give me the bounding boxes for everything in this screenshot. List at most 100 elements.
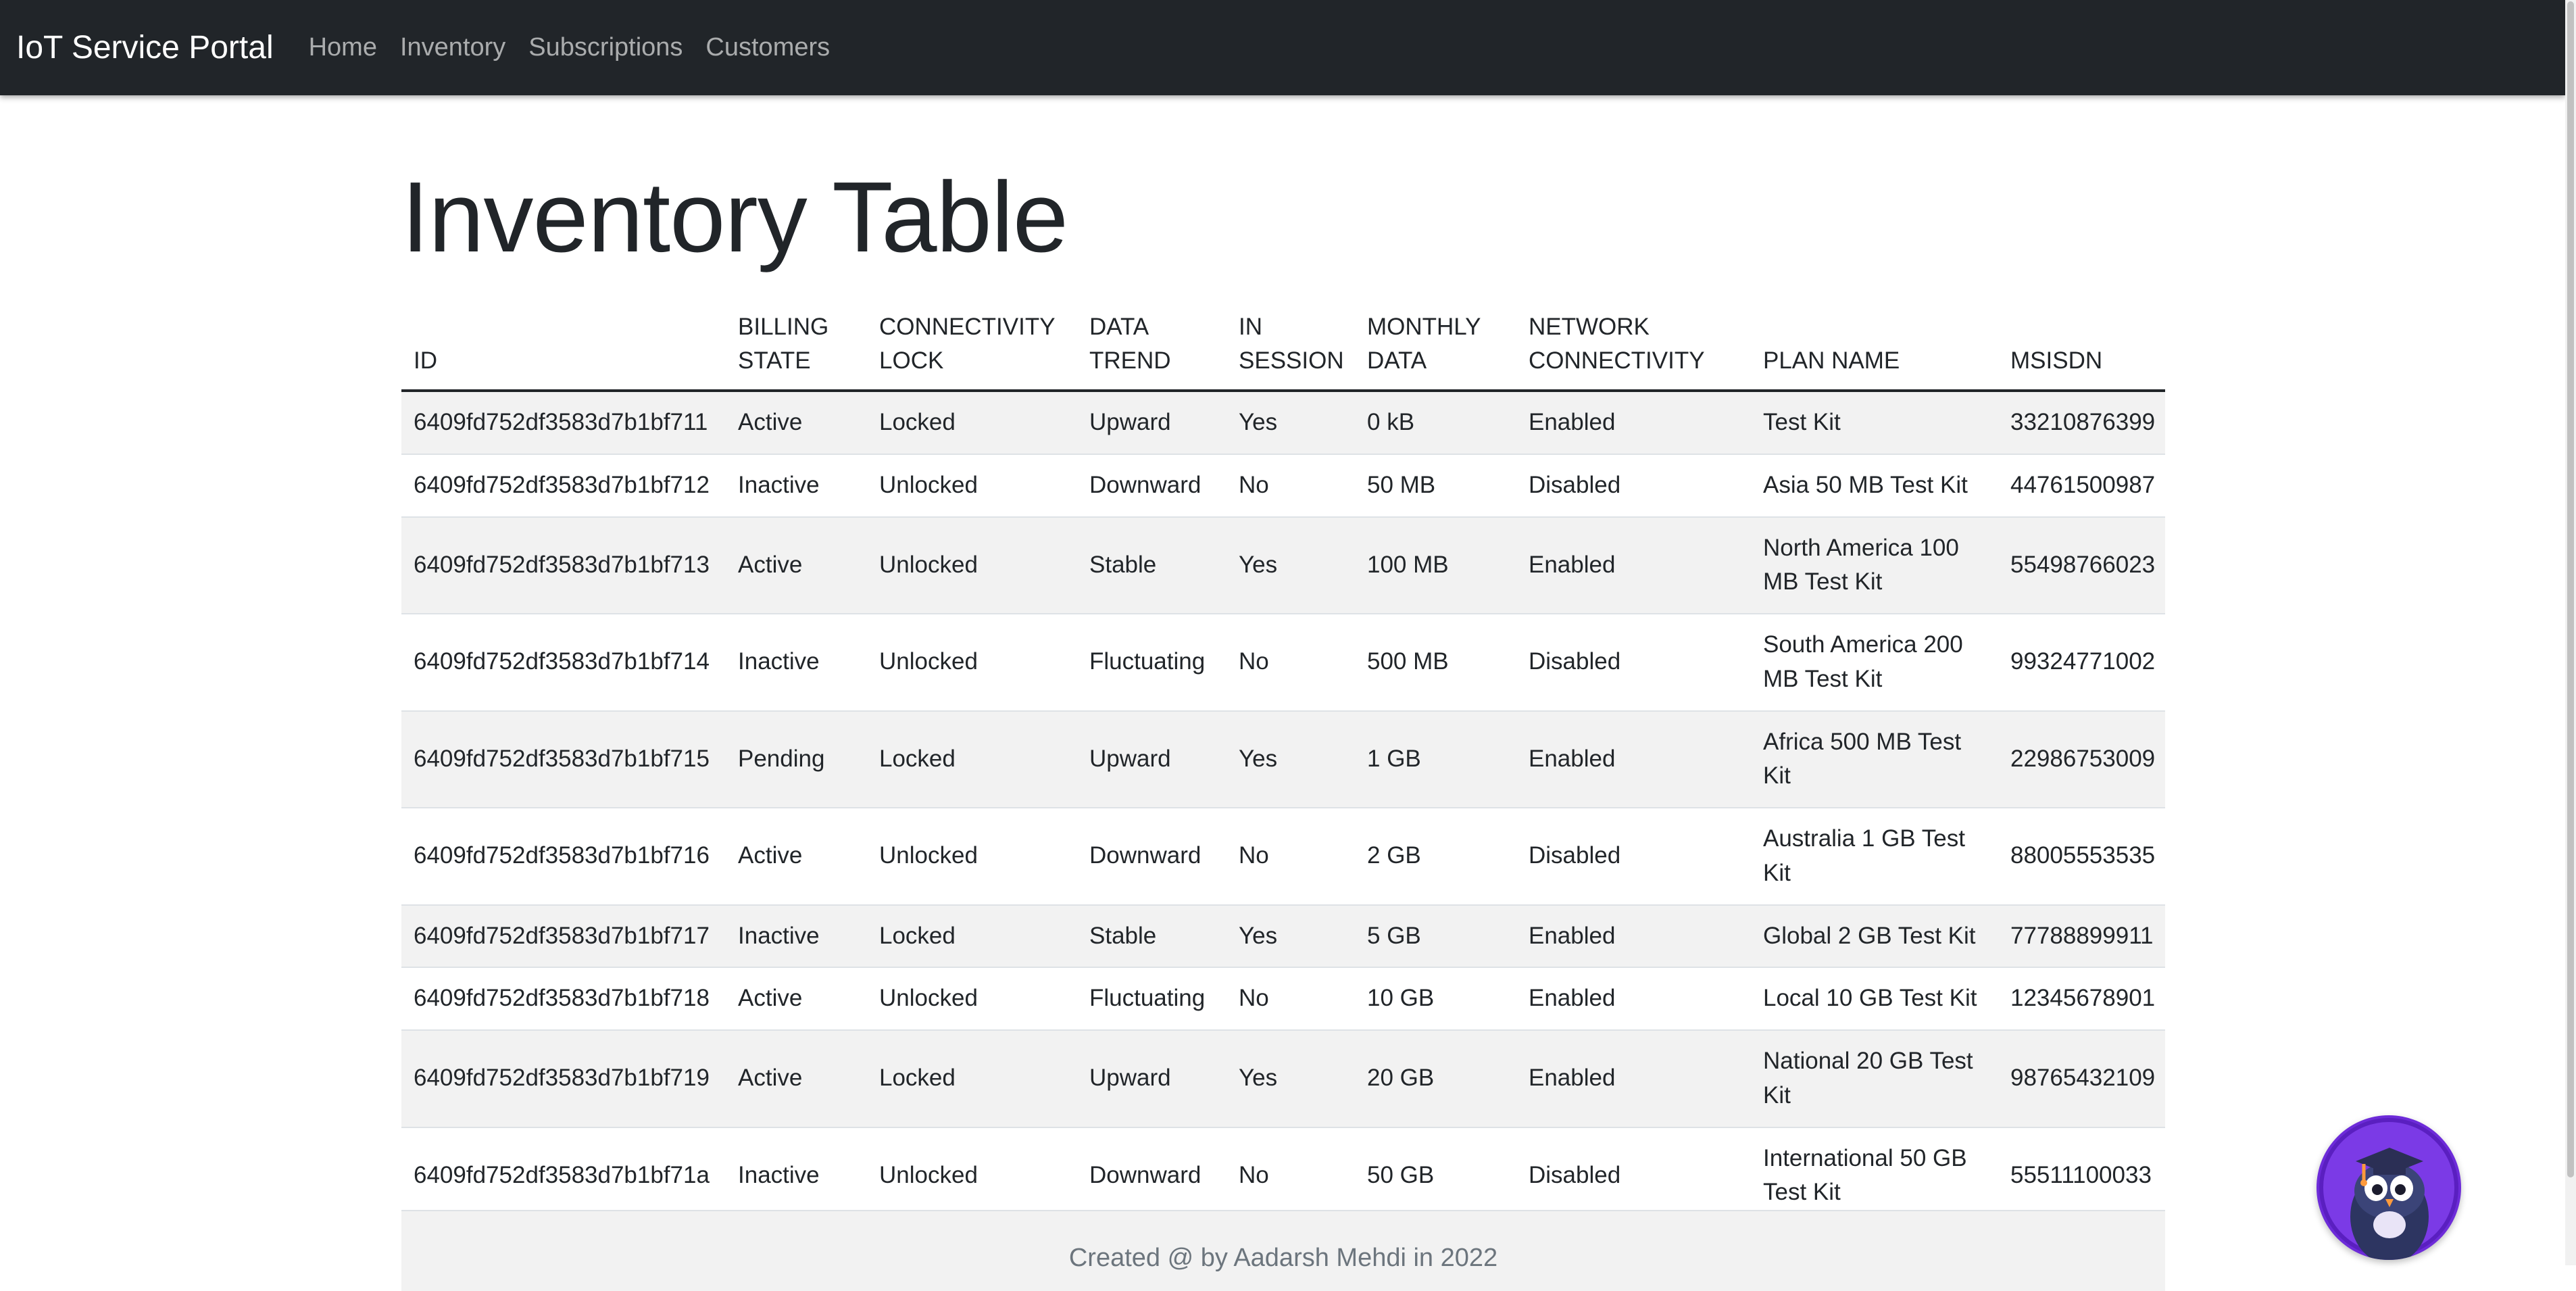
cell-id: 6409fd752df3583d7b1bf718	[401, 967, 726, 1031]
cell-connectivity-lock: Unlocked	[867, 808, 1077, 906]
header-connectivity-lock: CONNECTIVITY LOCK	[867, 300, 1077, 393]
cell-billing-state: Active	[726, 516, 867, 615]
cell-billing-state: Active	[726, 391, 867, 455]
cell-msisdn: 99324771002	[1998, 614, 2165, 712]
cell-monthly-data: 50 MB	[1355, 454, 1516, 518]
cell-data-trend: Upward	[1077, 1030, 1227, 1128]
cell-in-session: No	[1227, 614, 1355, 712]
cell-data-trend: Downward	[1077, 454, 1227, 518]
cell-id: 6409fd752df3583d7b1bf716	[401, 808, 726, 906]
cell-data-trend: Fluctuating	[1077, 614, 1227, 712]
cell-in-session: Yes	[1227, 710, 1355, 809]
cell-connectivity-lock: Locked	[867, 710, 1077, 809]
cell-plan-name: Global 2 GB Test Kit	[1751, 904, 1998, 969]
cell-connectivity-lock: Unlocked	[867, 454, 1077, 518]
cell-monthly-data: 0 kB	[1355, 391, 1516, 455]
nav-link-home[interactable]: Home	[309, 33, 377, 62]
cell-connectivity-lock: Locked	[867, 1030, 1077, 1128]
table-row: 6409fd752df3583d7b1bf711 Active Locked Upwa…	[401, 391, 2165, 455]
scrollbar-thumb[interactable]	[2567, 1, 2574, 1177]
owl-mascot-icon[interactable]	[2317, 1115, 2461, 1260]
main-content: Inventory Table ID BILLING STATE CONNECT…	[401, 95, 2165, 1225]
cell-network-connectivity: Disabled	[1516, 614, 1751, 712]
cell-network-connectivity: Enabled	[1516, 516, 1751, 615]
cell-in-session: Yes	[1227, 516, 1355, 615]
table-row: 6409fd752df3583d7b1bf717 Inactive Locked St…	[401, 904, 2165, 969]
table-row: 6409fd752df3583d7b1bf713 Active Unlocked St…	[401, 516, 2165, 615]
cell-billing-state: Pending	[726, 710, 867, 809]
cell-in-session: No	[1227, 454, 1355, 518]
cell-id: 6409fd752df3583d7b1bf714	[401, 614, 726, 712]
navbar-brand[interactable]: IoT Service Portal	[16, 29, 274, 66]
cell-plan-name: Asia 50 MB Test Kit	[1751, 454, 1998, 518]
cell-data-trend: Stable	[1077, 904, 1227, 969]
cell-monthly-data: 500 MB	[1355, 614, 1516, 712]
cell-data-trend: Downward	[1077, 808, 1227, 906]
cell-connectivity-lock: Locked	[867, 391, 1077, 455]
cell-billing-state: Inactive	[726, 904, 867, 969]
header-data-trend: DATA TREND	[1077, 300, 1227, 393]
cell-network-connectivity: Disabled	[1516, 454, 1751, 518]
cell-msisdn: 44761500987	[1998, 454, 2165, 518]
cell-id: 6409fd752df3583d7b1bf715	[401, 710, 726, 809]
nav-link-customers[interactable]: Customers	[705, 33, 830, 62]
header-plan-name: PLAN NAME	[1751, 300, 1998, 393]
cell-msisdn: 98765432109	[1998, 1030, 2165, 1128]
cell-msisdn: 77788899911	[1998, 904, 2165, 969]
table-row: 6409fd752df3583d7b1bf712 Inactive Unlocked…	[401, 454, 2165, 518]
table-row: 6409fd752df3583d7b1bf718 Active Unlocked Fl…	[401, 967, 2165, 1031]
cell-id: 6409fd752df3583d7b1bf717	[401, 904, 726, 969]
header-monthly-data: MONTHLY DATA	[1355, 300, 1516, 393]
cell-plan-name: South America 200 MB Test Kit	[1751, 614, 1998, 712]
table-row: 6409fd752df3583d7b1bf714 Inactive Unlocked…	[401, 614, 2165, 712]
cell-monthly-data: 1 GB	[1355, 710, 1516, 809]
cell-plan-name: National 20 GB Test Kit	[1751, 1030, 1998, 1128]
header-in-session: IN SESSION	[1227, 300, 1355, 393]
table-row: 6409fd752df3583d7b1bf715 Pending Locked Upw…	[401, 710, 2165, 809]
cell-msisdn: 88005553535	[1998, 808, 2165, 906]
cell-id: 6409fd752df3583d7b1bf712	[401, 454, 726, 518]
cell-network-connectivity: Enabled	[1516, 904, 1751, 969]
header-msisdn: MSISDN	[1998, 300, 2165, 393]
cell-monthly-data: 2 GB	[1355, 808, 1516, 906]
page-title: Inventory Table	[401, 162, 1068, 273]
footer-text: Created @ by Aadarsh Mehdi in 2022	[1068, 1244, 1498, 1272]
cell-msisdn: 12345678901	[1998, 967, 2165, 1031]
cell-connectivity-lock: Unlocked	[867, 614, 1077, 712]
cell-billing-state: Inactive	[726, 454, 867, 518]
cell-plan-name: Australia 1 GB Test Kit	[1751, 808, 1998, 906]
cell-connectivity-lock: Unlocked	[867, 967, 1077, 1031]
cell-billing-state: Active	[726, 967, 867, 1031]
cell-network-connectivity: Enabled	[1516, 967, 1751, 1031]
cell-plan-name: Test Kit	[1751, 391, 1998, 455]
table-header-row: ID BILLING STATE CONNECTIVITY LOCK DATA …	[401, 300, 2165, 393]
cell-in-session: No	[1227, 967, 1355, 1031]
cell-monthly-data: 20 GB	[1355, 1030, 1516, 1128]
cell-plan-name: North America 100 MB Test Kit	[1751, 516, 1998, 615]
cell-in-session: Yes	[1227, 1030, 1355, 1128]
cell-id: 6409fd752df3583d7b1bf711	[401, 391, 726, 455]
cell-monthly-data: 10 GB	[1355, 967, 1516, 1031]
cell-billing-state: Inactive	[726, 614, 867, 712]
cell-monthly-data: 100 MB	[1355, 516, 1516, 615]
table-row: 6409fd752df3583d7b1bf719 Active Locked Upwa…	[401, 1030, 2165, 1128]
cell-network-connectivity: Disabled	[1516, 808, 1751, 906]
nav-link-inventory[interactable]: Inventory	[400, 33, 505, 62]
cell-in-session: No	[1227, 808, 1355, 906]
inventory-table: ID BILLING STATE CONNECTIVITY LOCK DATA …	[401, 300, 2165, 1225]
cell-data-trend: Upward	[1077, 710, 1227, 809]
header-network-connectivity: NETWORK CONNECTIVITY	[1516, 300, 1751, 393]
cell-connectivity-lock: Unlocked	[867, 516, 1077, 615]
cell-plan-name: Local 10 GB Test Kit	[1751, 967, 1998, 1031]
table-body: 6409fd752df3583d7b1bf711 Active Locked Upwa…	[401, 391, 2165, 1225]
cell-billing-state: Active	[726, 1030, 867, 1128]
cell-msisdn: 22986753009	[1998, 710, 2165, 809]
cell-monthly-data: 5 GB	[1355, 904, 1516, 969]
page-scrollbar[interactable]	[2565, 0, 2576, 1265]
nav-link-subscriptions[interactable]: Subscriptions	[528, 33, 683, 62]
cell-billing-state: Active	[726, 808, 867, 906]
cell-network-connectivity: Enabled	[1516, 710, 1751, 809]
cell-plan-name: Africa 500 MB Test Kit	[1751, 710, 1998, 809]
cell-data-trend: Fluctuating	[1077, 967, 1227, 1031]
table-row: 6409fd752df3583d7b1bf716 Active Unlocked Do…	[401, 808, 2165, 906]
